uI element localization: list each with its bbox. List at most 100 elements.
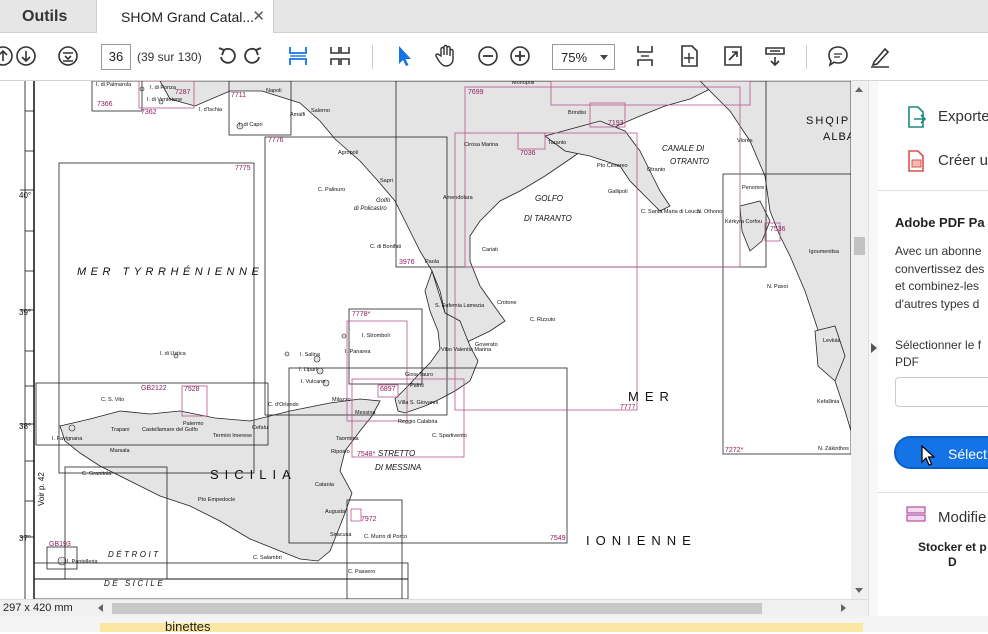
svg-text:SICILIA: SICILIA: [210, 467, 297, 482]
place-label: C. Rizzuto: [530, 317, 555, 323]
horizontal-scroll-thumb[interactable]: [112, 603, 762, 614]
tab-document-label: SHOM Grand Catal...: [121, 9, 255, 25]
place-label: Messina: [355, 410, 376, 416]
fit-page-icon[interactable]: [285, 43, 311, 69]
place-label: Pto Cesareo: [597, 163, 628, 169]
scroll-right-arrow-icon[interactable]: [841, 604, 846, 612]
toolbar-divider: [372, 45, 373, 69]
store-section-title: Stocker et p D: [918, 540, 987, 569]
place-label: I. Favignana: [52, 436, 83, 442]
panel-divider: [878, 492, 988, 493]
svg-text:SHQIP: SHQIP: [806, 115, 850, 127]
rotate-right-icon[interactable]: [240, 43, 266, 69]
svg-text:IONIENNE: IONIENNE: [586, 533, 697, 548]
svg-text:STRETTO: STRETTO: [378, 449, 415, 458]
place-label: Salerno: [311, 108, 330, 114]
export-pdf-icon: [908, 106, 927, 128]
mouse-cursor-icon: [921, 445, 935, 466]
place-label: Penomre: [742, 185, 764, 191]
background-window-strip: binettes: [0, 616, 988, 634]
place-label: Taranto: [548, 140, 566, 146]
place-label: Igoumenitsa: [809, 249, 840, 255]
vertical-scroll-thumb[interactable]: [854, 237, 865, 255]
page-number-input[interactable]: 36: [101, 44, 131, 70]
place-label: I. Vulcano: [301, 379, 325, 385]
place-label: N. Paxoi: [767, 284, 788, 290]
place-label: Siracusa: [330, 532, 352, 538]
horizontal-scrollbar[interactable]: [96, 602, 848, 614]
scroll-left-arrow-icon[interactable]: [98, 604, 103, 612]
chart-number-label: 7193: [608, 120, 624, 127]
place-label: Cirosa Marina: [464, 142, 499, 148]
edit-pdf-icon: [906, 506, 926, 522]
svg-text:DI TARANTO: DI TARANTO: [524, 214, 572, 223]
scroll-down-arrow-icon[interactable]: [855, 588, 863, 593]
two-page-icon[interactable]: [327, 43, 353, 69]
scroll-down-icon[interactable]: [13, 43, 39, 69]
place-label: I. di Ustica: [160, 351, 187, 357]
fullscreen-icon[interactable]: [720, 43, 746, 69]
place-label: Levkás: [823, 338, 841, 344]
tab-document[interactable]: SHOM Grand Catal... ✕: [96, 0, 274, 34]
place-label: I. Stromboli: [362, 333, 390, 339]
place-label: Trapani: [111, 427, 129, 433]
comment-icon[interactable]: [825, 43, 851, 69]
place-label: I. Panarea: [345, 349, 371, 355]
read-mode-icon[interactable]: [762, 43, 788, 69]
export-pdf-item[interactable]: Exporte: [938, 108, 988, 125]
svg-text:DI MESSINA: DI MESSINA: [375, 463, 421, 472]
place-label: Monopoli: [512, 81, 534, 86]
fit-window-icon[interactable]: [676, 43, 702, 69]
create-pdf-item[interactable]: Créer u: [938, 152, 988, 169]
svg-text:MER: MER: [628, 389, 675, 404]
svg-text:CANALE DI: CANALE DI: [662, 144, 705, 153]
page-size-icon[interactable]: [632, 43, 658, 69]
place-label: N. Othonoi: [697, 209, 723, 215]
place-label: Vlorës: [737, 138, 753, 144]
panel-divider: [878, 190, 988, 191]
place-label: Crotone: [497, 300, 517, 306]
tab-tools[interactable]: Outils: [0, 0, 95, 33]
place-label: Catania: [315, 482, 335, 488]
chart-number-label: GB2122: [141, 385, 167, 392]
svg-text:DÉTROIT: DÉTROIT: [108, 550, 161, 559]
edit-pdf-item[interactable]: Modifie: [938, 509, 986, 526]
file-drop-zone[interactable]: [895, 377, 988, 407]
chart-number-label: 6897: [380, 386, 396, 393]
rotate-left-icon[interactable]: [214, 43, 240, 69]
place-label: C. S. Vito: [101, 397, 124, 403]
select-cursor-icon[interactable]: [392, 43, 418, 69]
sign-pen-icon[interactable]: [867, 43, 893, 69]
panel-title: Adobe PDF Pa: [895, 215, 985, 230]
place-label: Augusta: [325, 509, 346, 515]
place-label: Paola: [425, 259, 440, 265]
place-label: I. di Capri: [239, 122, 263, 128]
panel-description: Avec un abonne convertissez des et combi…: [895, 244, 985, 311]
place-label: I. di Palmarola: [96, 82, 132, 88]
hand-tool-icon[interactable]: [433, 43, 459, 69]
scroll-up-arrow-icon[interactable]: [855, 87, 863, 92]
document-view[interactable]: 40° 39° 38° 37° Voir p. 42 MER TYRRHÉNIE…: [0, 81, 851, 599]
place-label: Palmi: [410, 383, 424, 389]
chart-number-label: 7699: [468, 89, 484, 96]
status-bar: 297 x 420 mm: [0, 599, 868, 616]
place-label: Gioia Tauro: [405, 372, 433, 378]
svg-text:DE SICILE: DE SICILE: [104, 579, 165, 588]
chart-number-label: 7548*: [357, 451, 376, 458]
chart-number-label: GB193: [49, 541, 71, 548]
chart-number-label: 7775: [235, 165, 251, 172]
select-file-label: Sélectionner le f PDF: [895, 338, 982, 369]
vertical-scrollbar[interactable]: [851, 81, 868, 599]
chevron-right-icon: [871, 343, 877, 353]
place-label: I. Salina: [300, 352, 321, 358]
zoom-value: 75%: [561, 50, 588, 65]
panel-collapse-handle[interactable]: [868, 81, 878, 616]
page-layout-icon[interactable]: [55, 43, 81, 69]
zoom-out-icon[interactable]: [475, 43, 501, 69]
place-label: Reggio Calabria: [398, 419, 438, 425]
close-icon[interactable]: ✕: [252, 7, 265, 25]
place-label: Brindisi: [568, 110, 586, 116]
select-file-button[interactable]: Sélect: [894, 436, 988, 469]
zoom-select[interactable]: 75%: [552, 44, 615, 70]
zoom-in-icon[interactable]: [507, 43, 533, 69]
